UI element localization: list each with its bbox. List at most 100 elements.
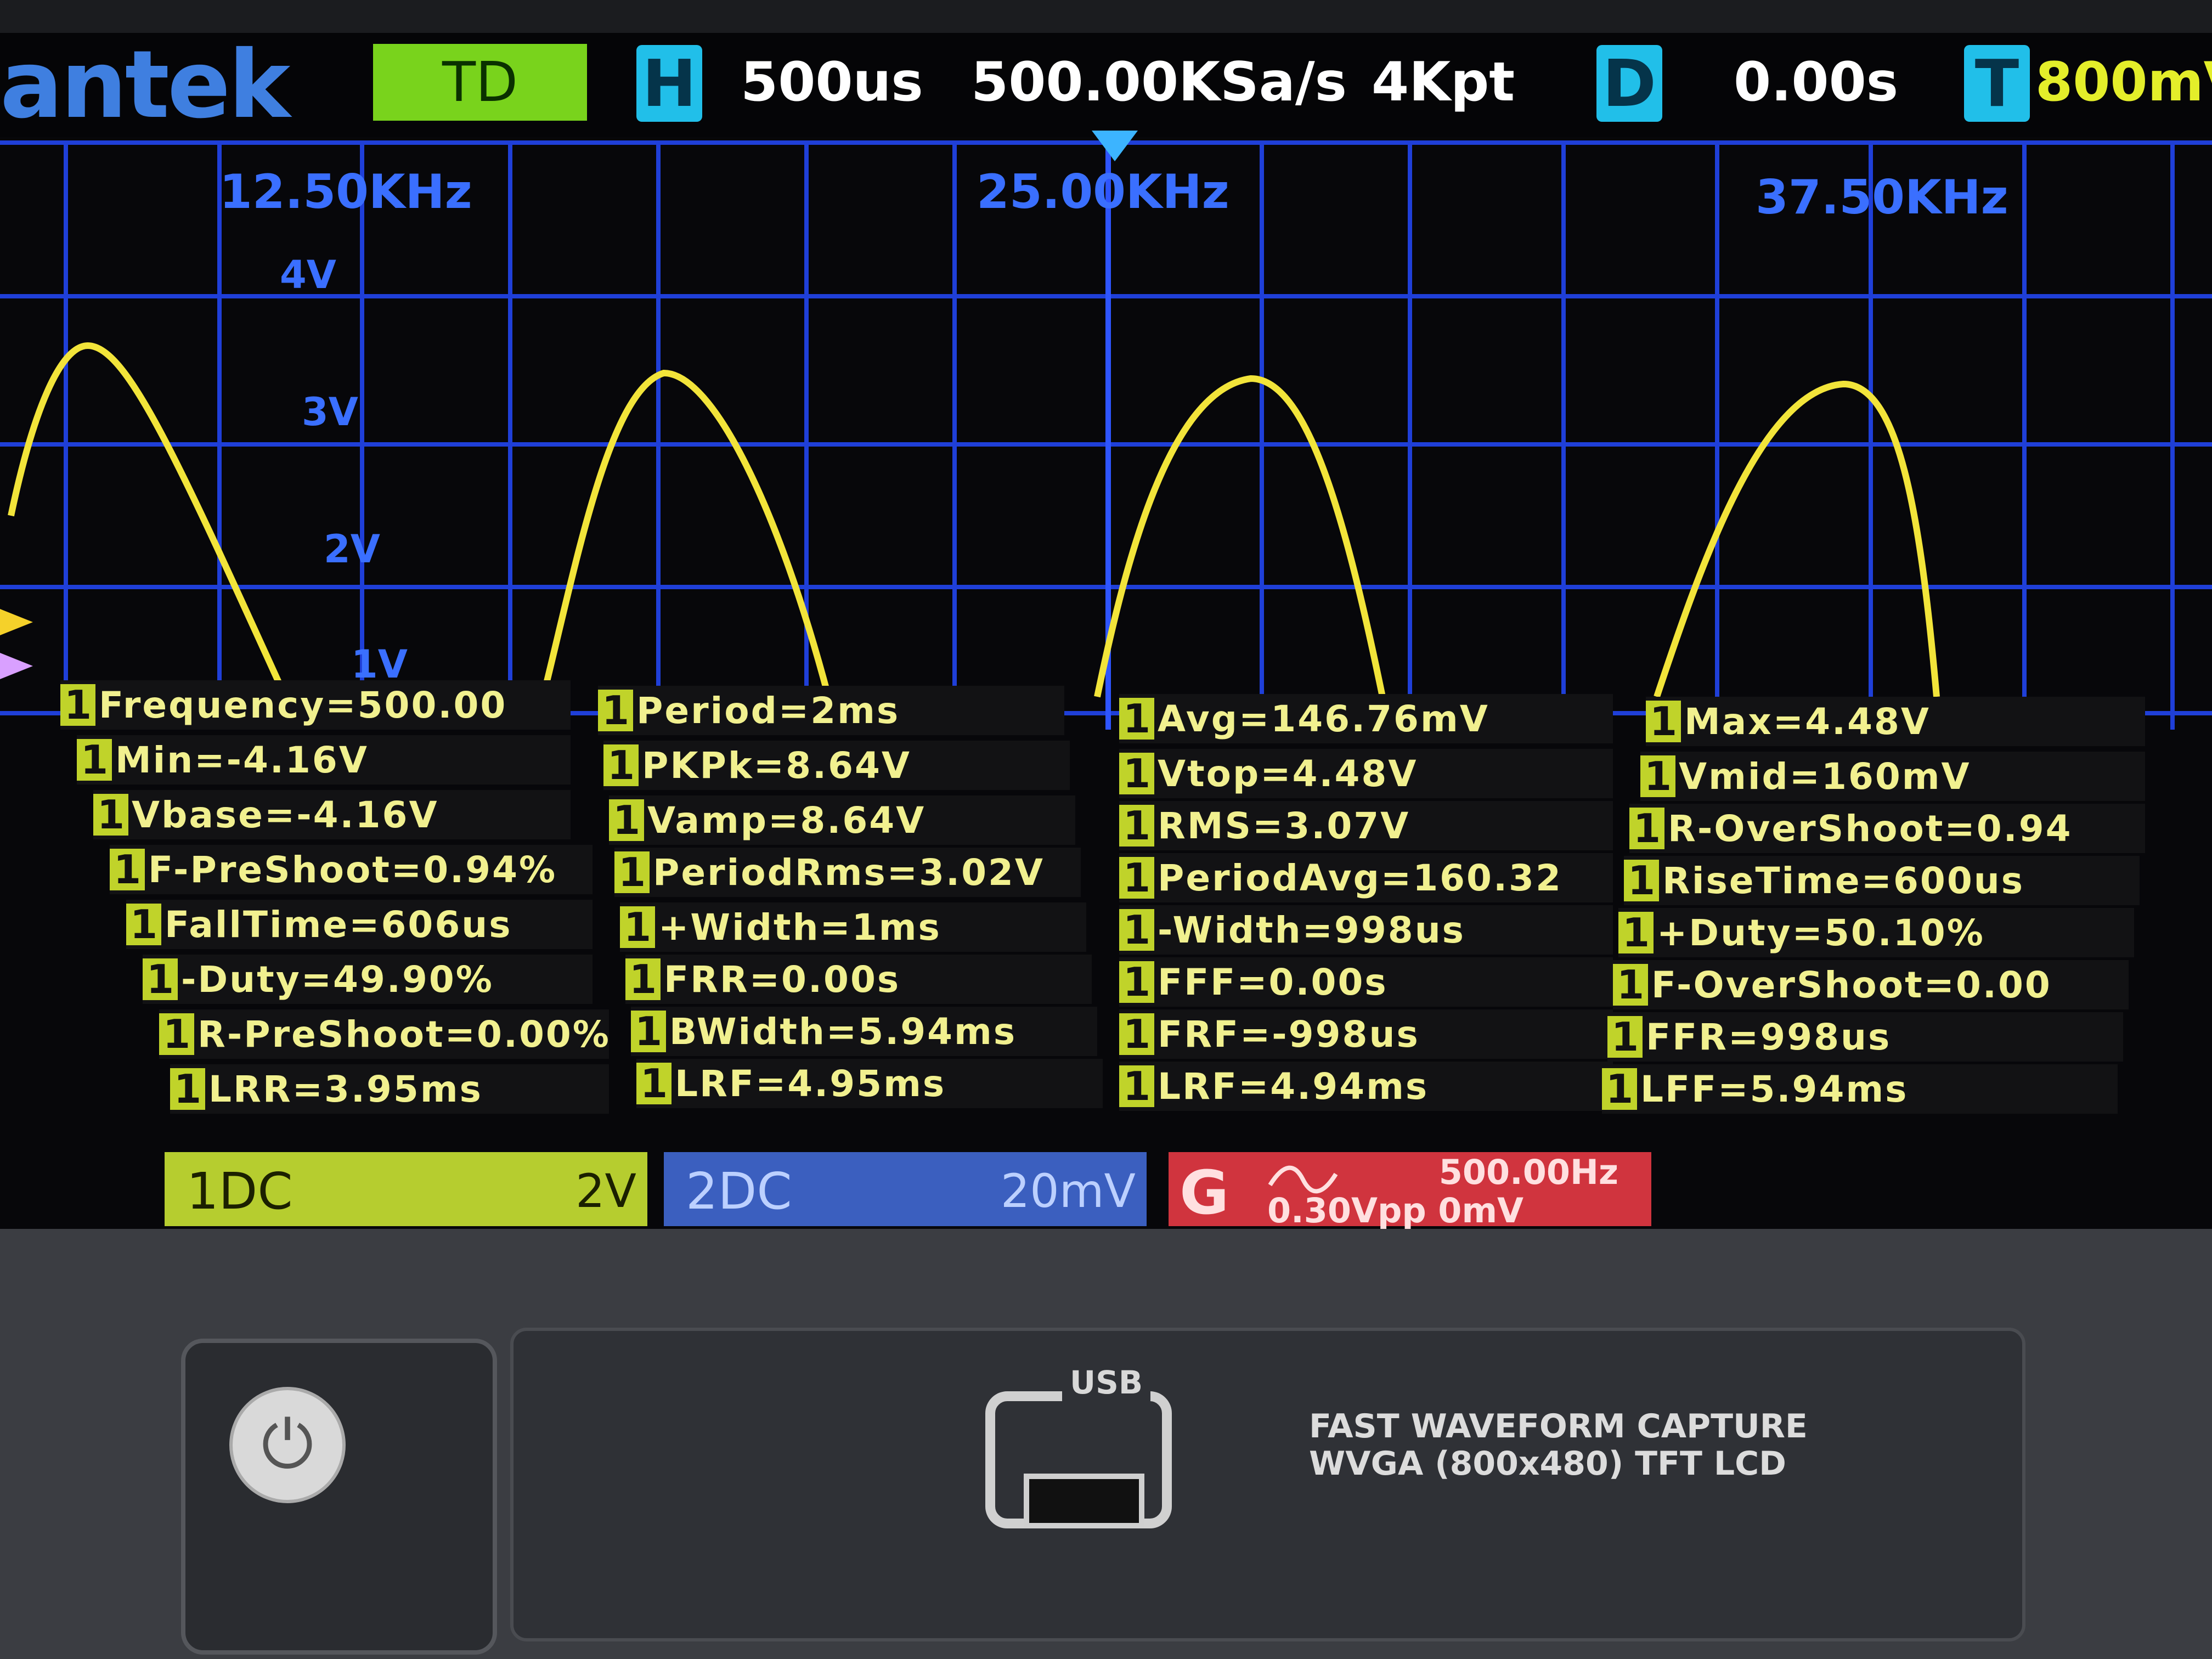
channel2-button[interactable]: 2DC 20mV [664,1152,1147,1226]
memory-depth-value: 4Kpt [1372,51,1515,114]
measure-falltime[interactable]: 1 FallTime=606us [126,900,592,949]
usb-label: USB [1062,1364,1151,1401]
channel-badge: 1 [1119,698,1154,740]
channel-badge: 1 [625,958,661,1000]
channel-badge: 1 [1119,909,1154,951]
channel-badge: 1 [77,739,112,781]
volt-label-2v: 2V [324,527,380,572]
horizontal-icon[interactable]: H [636,45,702,122]
channel-badge: 1 [609,799,644,841]
power-switch-housing: ⏻ [181,1339,497,1655]
channel-badge: 1 [1618,912,1654,953]
channel-badge: 1 [1119,1013,1154,1055]
freq-label-2: 25.00KHz [977,165,1229,219]
mode-indicator[interactable]: TD [373,44,587,121]
measure-pkpk[interactable]: 1 PKPk=8.64V [603,741,1070,790]
timebase-value: 500us [741,51,923,114]
measure-f-preshoot[interactable]: 1 F-PreShoot=0.94% [110,845,592,894]
channel1-button[interactable]: 1DC 2V [165,1152,647,1226]
measure-min[interactable]: 1 Min=-4.16V [77,735,571,785]
channel-badge: 1 [1119,805,1154,847]
measure-neg-width[interactable]: 1 -Width=998us [1119,905,1613,955]
measure-vmid[interactable]: 1 Vmid=160mV [1640,752,2145,801]
device-front-panel: ⏻ USB FAST WAVEFORM CAPTURE WVGA (800x48… [0,1229,2212,1659]
channel-badge: 1 [631,1011,666,1052]
measure-bwidth[interactable]: 1 BWidth=5.94ms [631,1007,1097,1056]
measure-r-overshoot[interactable]: 1 R-OverShoot=0.94 [1629,804,2145,853]
measure-vamp[interactable]: 1 Vamp=8.64V [609,795,1075,845]
measure-avg[interactable]: 1 Avg=146.76mV [1119,694,1613,743]
oscilloscope-screen: antek TD H 500us 500.00KSa/s 4Kpt D 0.00… [0,33,2212,1229]
channel-status-bar: 1DC 2V 2DC 20mV G 500.00Hz 0.30Vpp 0mV [0,1130,2212,1229]
waveform-trace [8,342,1940,698]
trigger-level-marker[interactable] [0,609,33,635]
channel-badge: 1 [1607,1016,1643,1058]
channel-badge: 1 [603,744,639,786]
measure-vtop[interactable]: 1 Vtop=4.48V [1119,749,1613,798]
measure-pos-width[interactable]: 1 +Width=1ms [620,902,1086,952]
measure-lrf-2[interactable]: 1 LRF=4.94ms [1119,1062,1613,1111]
channel-badge: 1 [1119,1065,1154,1107]
sample-rate-value: 500.00KSa/s [971,51,1347,114]
freq-label-3: 37.50KHz [1756,170,2008,225]
measure-period-avg[interactable]: 1 PeriodAvg=160.32 [1119,853,1613,902]
channel1-scale: 2V [575,1164,636,1218]
channel-badge: 1 [598,690,633,731]
channel-badge: 1 [143,958,178,1000]
measure-lff[interactable]: 1 LFF=5.94ms [1602,1064,2118,1114]
channel-badge: 1 [60,684,95,726]
channel2-label: 2DC [686,1162,792,1221]
volt-label-3v: 3V [302,390,358,435]
measure-risetime[interactable]: 1 RiseTime=600us [1624,856,2140,905]
channel-badge: 1 [1613,964,1648,1006]
channel-badge: 1 [170,1068,205,1110]
capture-line-1: FAST WAVEFORM CAPTURE [1309,1407,1808,1446]
measure-lrr[interactable]: 1 LRR=3.95ms [170,1064,609,1114]
trigger-icon[interactable]: T [1964,45,2030,122]
power-icon: ⏻ [261,1407,314,1483]
freq-label-1: 12.50KHz [219,165,472,219]
measure-f-overshoot[interactable]: 1 F-OverShoot=0.00 [1613,960,2129,1009]
measure-frf[interactable]: 1 FRF=-998us [1119,1009,1613,1059]
channel-badge: 1 [159,1013,194,1055]
measure-ffr[interactable]: 1 FFR=998us [1607,1012,2123,1062]
info-panel: USB FAST WAVEFORM CAPTURE WVGA (800x480)… [510,1328,2025,1641]
channel-badge: 1 [614,851,650,893]
measure-r-preshoot[interactable]: 1 R-PreShoot=0.00% [159,1009,609,1059]
usb-port[interactable] [1024,1474,1144,1528]
channel-badge: 1 [93,794,128,836]
channel-offset-marker[interactable] [0,653,33,679]
trigger-position-marker[interactable] [1092,131,1138,161]
generator-button[interactable]: G 500.00Hz 0.30Vpp 0mV [1169,1152,1651,1229]
status-header: antek TD H 500us 500.00KSa/s 4Kpt D 0.00… [0,33,2212,137]
capture-line-2: WVGA (800x480) TFT LCD [1309,1444,1786,1483]
channel-badge: 1 [1119,753,1154,794]
channel-badge: 1 [1119,857,1154,899]
channel-badge: 1 [620,906,655,948]
measure-frequency[interactable]: 1 Frequency=500.00 [60,680,571,730]
measure-fff[interactable]: 1 FFF=0.00s [1119,957,1613,1007]
feature-text: FAST WAVEFORM CAPTURE WVGA (800x480) TFT… [1309,1408,1808,1482]
channel-badge: 1 [110,849,145,890]
generator-label: G [1180,1158,1229,1228]
measure-period-rms[interactable]: 1 PeriodRms=3.02V [614,848,1081,897]
device-bezel [0,0,2212,33]
delay-icon[interactable]: D [1596,45,1662,122]
measure-frr[interactable]: 1 FRR=0.00s [625,955,1092,1004]
channel-badge: 1 [1646,701,1681,742]
measure-rms[interactable]: 1 RMS=3.07V [1119,801,1613,850]
channel-badge: 1 [1640,755,1675,797]
measure-max[interactable]: 1 Max=4.48V [1646,697,2145,746]
trigger-level-value: 800mV [2035,51,2212,114]
measure-period[interactable]: 1 Period=2ms [598,686,1064,735]
channel-badge: 1 [1629,808,1664,849]
measure-neg-duty[interactable]: 1 -Duty=49.90% [143,955,592,1004]
measurement-panel: 1 Frequency=500.00 1 Min=-4.16V 1 Vbase=-4.… [60,680,2178,1163]
channel1-label: 1DC [187,1162,293,1221]
measure-pos-duty[interactable]: 1 +Duty=50.10% [1618,908,2134,957]
channel-badge: 1 [1602,1068,1637,1110]
channel2-scale: 20mV [1000,1164,1136,1218]
measure-lrf-1[interactable]: 1 LRF=4.95ms [636,1059,1103,1108]
measure-vbase[interactable]: 1 Vbase=-4.16V [93,790,571,839]
power-button[interactable]: ⏻ [229,1387,346,1503]
